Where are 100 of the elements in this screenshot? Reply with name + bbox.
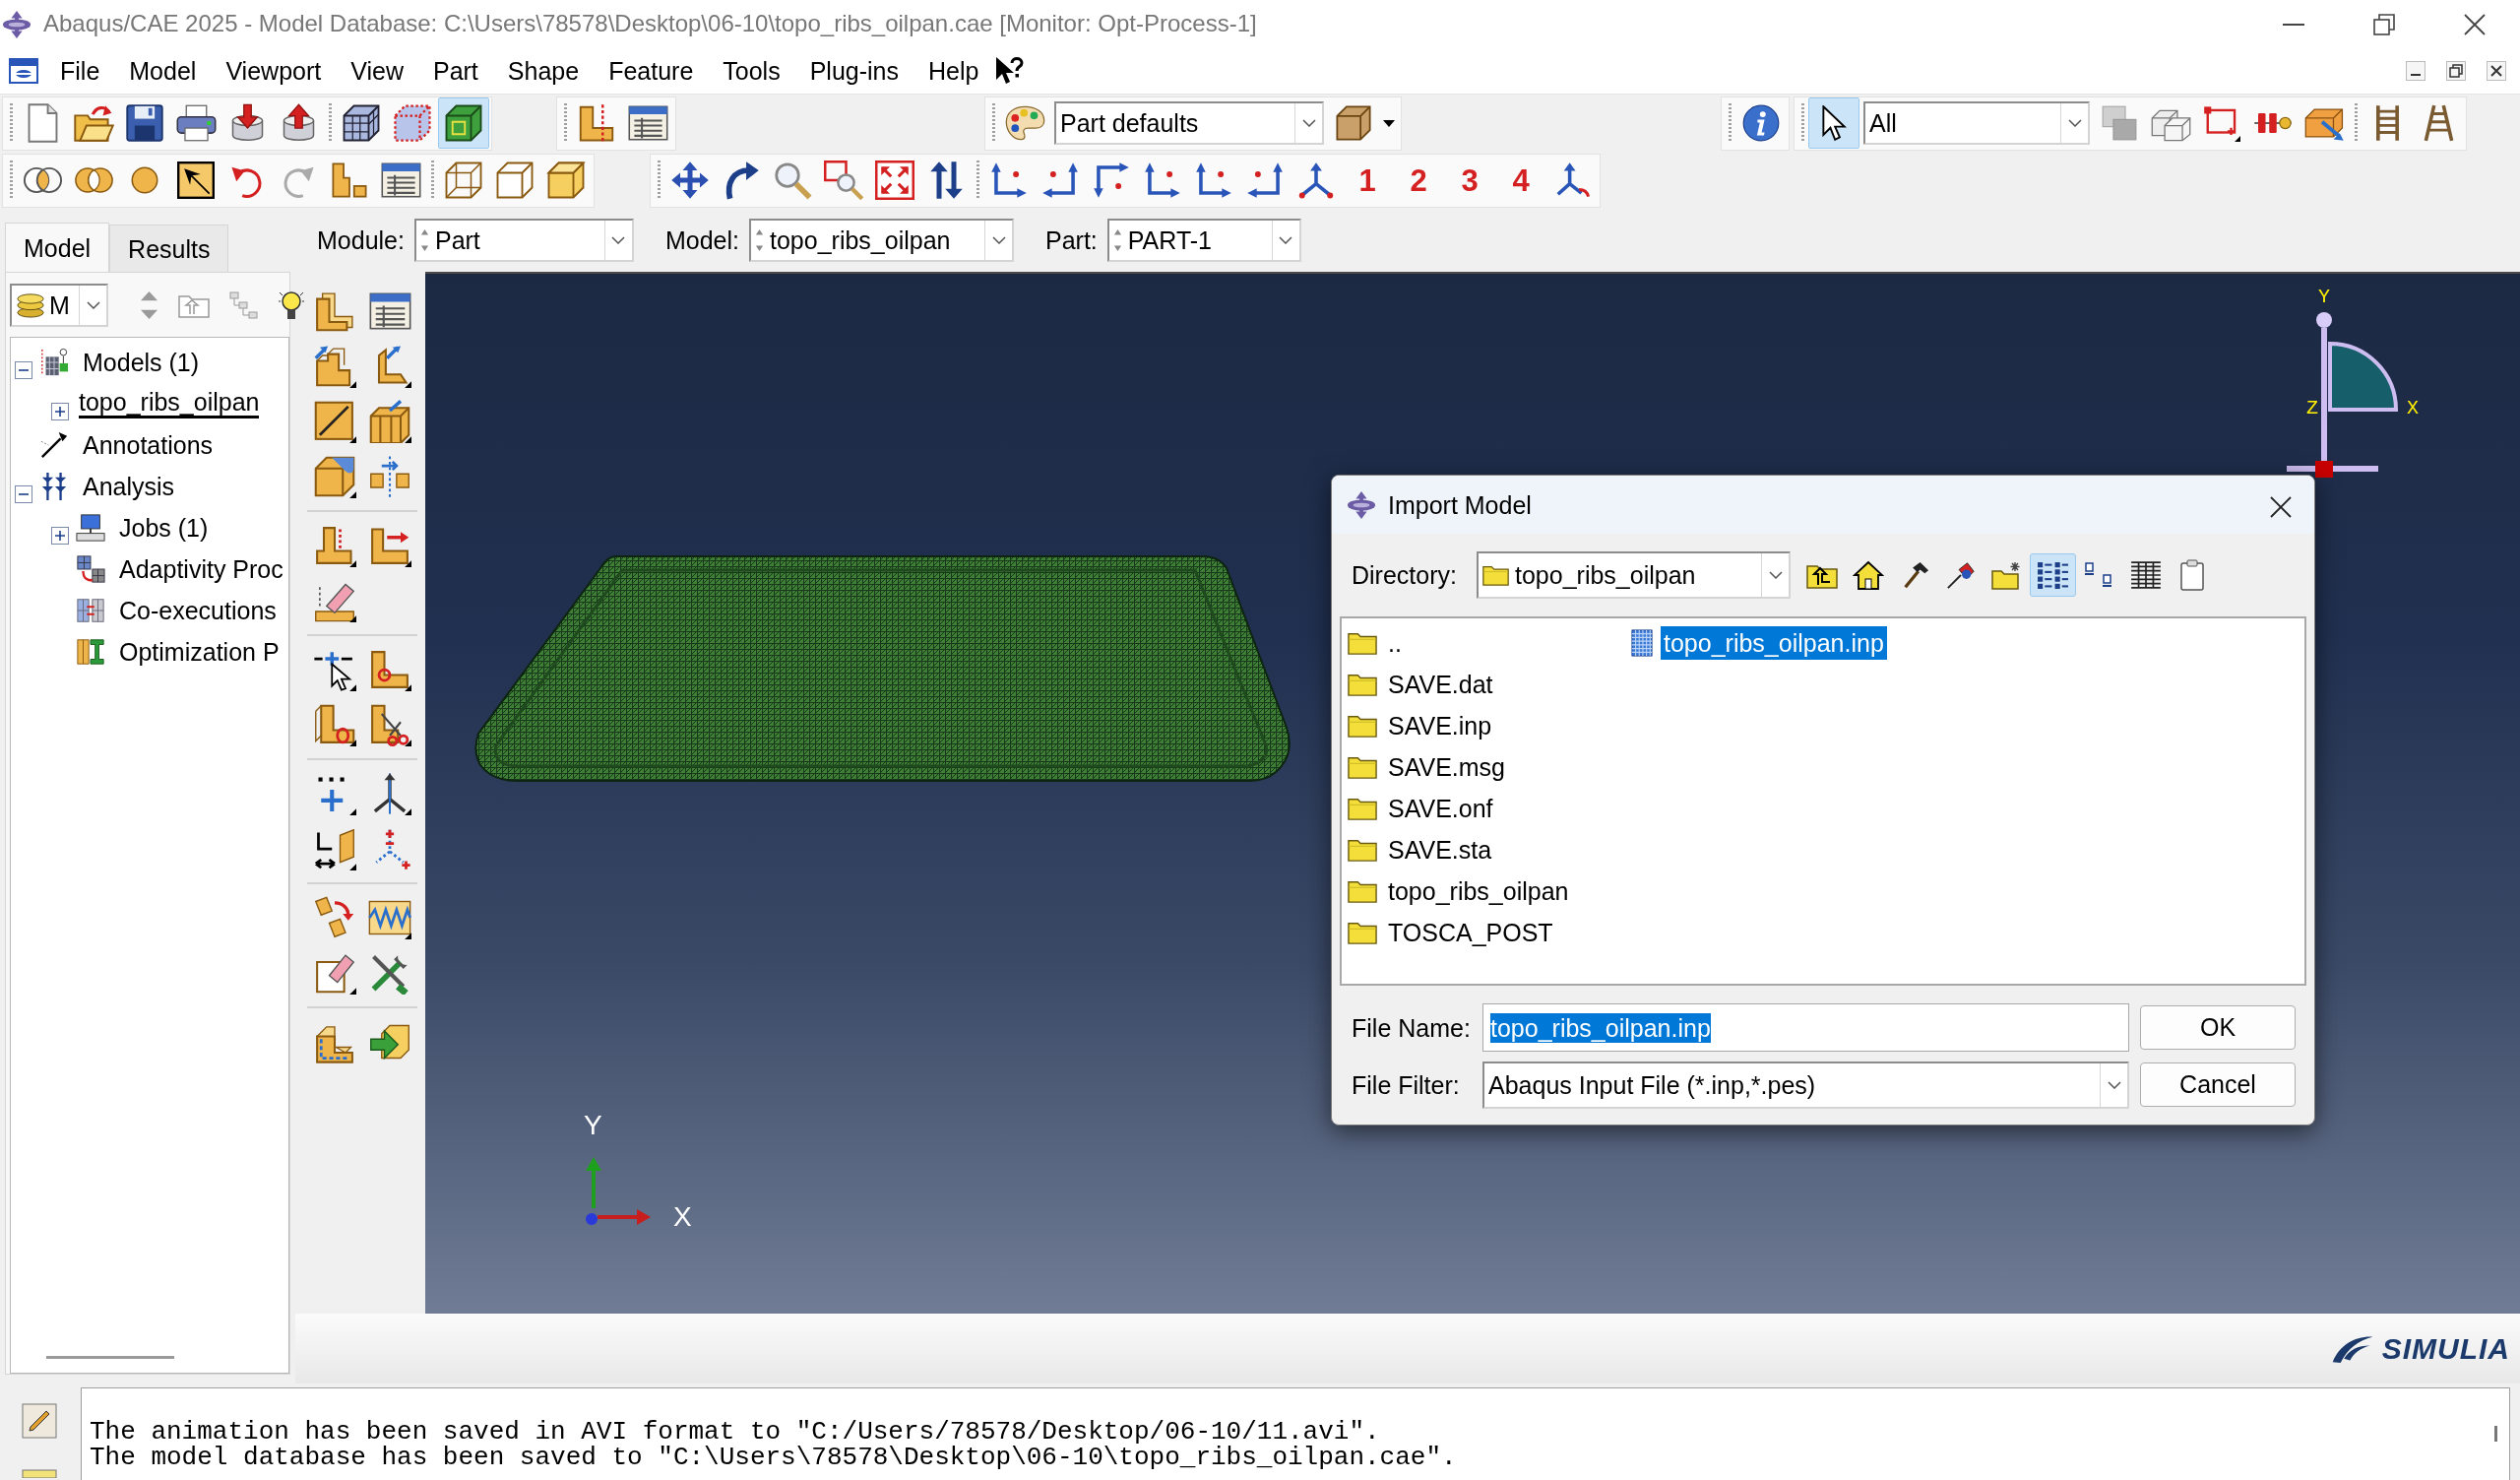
- file-list-item[interactable]: SAVE.dat: [1346, 664, 1629, 705]
- chevron-down-icon[interactable]: [86, 301, 100, 309]
- file-list-item[interactable]: topo_ribs_oilpan: [1346, 870, 1629, 912]
- new-file-icon[interactable]: [26, 103, 59, 143]
- chevron-down-icon[interactable]: [1301, 119, 1316, 127]
- view-mode-button[interactable]: [2030, 553, 2076, 597]
- light-bulb-icon[interactable]: [279, 290, 304, 321]
- handle-dot-icon[interactable]: [2316, 312, 2332, 328]
- clipboard-icon[interactable]: [2178, 559, 2205, 591]
- module-dropdown[interactable]: Part: [413, 219, 634, 262]
- axes-plane-icon[interactable]: [313, 827, 356, 870]
- axis-view-icon[interactable]: [990, 161, 1028, 199]
- axis-view-icon[interactable]: [1041, 161, 1079, 199]
- a-frame-ladder-icon[interactable]: [2423, 104, 2454, 142]
- file-list-item[interactable]: SAVE.sta: [1346, 829, 1629, 870]
- numbered-view-button[interactable]: 3: [1444, 155, 1495, 206]
- model-dropdown[interactable]: topo_ribs_oilpan: [749, 219, 1014, 262]
- table-window-icon[interactable]: [380, 162, 421, 198]
- block-ellipse-icon[interactable]: [313, 703, 356, 746]
- spinner-icon[interactable]: [755, 228, 764, 252]
- tree-item[interactable]: Jobs (1): [47, 507, 288, 548]
- file-list-item[interactable]: TOSCA_POST: [1346, 912, 1629, 953]
- menu-item[interactable]: Viewport: [211, 56, 337, 86]
- grip-handle-icon[interactable]: [976, 161, 979, 200]
- panel-tab[interactable]: Model: [5, 223, 110, 272]
- tree-item[interactable]: topo_ribs_oilpan: [47, 383, 288, 424]
- scrollbar-thumb[interactable]: [2494, 1426, 2497, 1442]
- extruded-step-icon[interactable]: [313, 345, 356, 388]
- fit-view-icon[interactable]: [875, 161, 914, 200]
- menu-item[interactable]: Model: [114, 56, 212, 86]
- plates-arrow-icon[interactable]: [313, 896, 356, 939]
- select-tool-button[interactable]: [1808, 97, 1859, 149]
- grip-handle-icon[interactable]: [2355, 103, 2358, 143]
- grip-handle-icon[interactable]: [431, 161, 434, 200]
- close-icon[interactable]: [2270, 495, 2292, 518]
- outline-cube-icon[interactable]: [495, 161, 535, 200]
- grip-handle-icon[interactable]: [1729, 103, 1732, 143]
- overlapping-circles-icon[interactable]: [73, 166, 114, 194]
- cancel-button[interactable]: Cancel: [2140, 1062, 2296, 1107]
- menu-item[interactable]: Shape: [492, 56, 595, 86]
- file-list-item[interactable]: SAVE.msg: [1346, 746, 1629, 788]
- minimize-icon[interactable]: [2283, 23, 2304, 26]
- diagonal-plate-icon[interactable]: [313, 400, 356, 443]
- menu-item[interactable]: Part: [417, 56, 493, 86]
- grip-handle-icon[interactable]: [10, 161, 13, 200]
- ok-button[interactable]: OK: [2140, 1005, 2296, 1050]
- grip-handle-icon[interactable]: [992, 103, 995, 143]
- open-folder-icon[interactable]: [73, 104, 114, 142]
- menu-item[interactable]: Help: [914, 56, 994, 86]
- magnifier-icon[interactable]: [773, 161, 812, 200]
- file-name-field[interactable]: topo_ribs_oilpan.inp: [1482, 1003, 2129, 1052]
- move-arrows-icon[interactable]: [670, 161, 710, 200]
- arrow-square-icon[interactable]: [177, 161, 215, 199]
- iso-view-icon[interactable]: [1297, 161, 1335, 199]
- chevron-down-icon[interactable]: [2107, 1080, 2121, 1089]
- grip-handle-icon[interactable]: [1801, 103, 1804, 143]
- close-icon[interactable]: [2464, 13, 2486, 35]
- menu-item[interactable]: Plug-ins: [794, 56, 914, 86]
- l-block-icon[interactable]: [313, 290, 356, 333]
- minus-box-icon[interactable]: [15, 485, 32, 504]
- chevron-down-icon[interactable]: [1279, 236, 1293, 244]
- up-down-arrows-icon[interactable]: [928, 161, 964, 200]
- channel-block-icon[interactable]: [368, 400, 411, 443]
- chevron-down-icon[interactable]: [1768, 571, 1783, 579]
- overlapping-circles-icon[interactable]: [22, 166, 63, 194]
- save-icon[interactable]: [126, 104, 163, 142]
- tree-filter-dropdown[interactable]: M: [10, 284, 108, 327]
- render-style-dropdown[interactable]: Part defaults: [1054, 101, 1324, 145]
- menu-item[interactable]: Tools: [708, 56, 795, 86]
- chevron-down-icon[interactable]: [2067, 119, 2082, 127]
- close-icon[interactable]: [2487, 61, 2506, 81]
- menu-item[interactable]: Feature: [594, 56, 709, 86]
- tree-item[interactable]: Models (1): [11, 342, 288, 383]
- square-handle-icon[interactable]: [2315, 461, 2333, 478]
- step-blocks-icon[interactable]: [331, 161, 368, 199]
- rounded-cube-icon[interactable]: [313, 455, 356, 498]
- minimize-icon[interactable]: [2406, 61, 2426, 81]
- new-folder-icon[interactable]: [1990, 560, 2023, 590]
- scrollbar-thumb[interactable]: [46, 1356, 174, 1359]
- dotted-rectangle-icon[interactable]: [2203, 104, 2240, 142]
- grip-handle-icon[interactable]: [329, 103, 332, 143]
- grip-handle-icon[interactable]: [10, 103, 13, 143]
- palette-icon[interactable]: [1004, 105, 1045, 141]
- tree-item[interactable]: Optimization P: [47, 631, 288, 673]
- notepad-icon[interactable]: [22, 1403, 57, 1439]
- plus-box-icon[interactable]: [51, 403, 69, 421]
- part-dropdown[interactable]: PART-1: [1106, 219, 1301, 262]
- axis-view-icon[interactable]: [1195, 161, 1232, 199]
- axis-view-icon[interactable]: [1246, 161, 1284, 199]
- grip-handle-icon[interactable]: [658, 161, 661, 200]
- file-filter-dropdown[interactable]: Abaqus Input File (*.inp,*.pes): [1482, 1061, 2129, 1109]
- numbered-view-button[interactable]: 1: [1342, 155, 1393, 206]
- box-zoom-icon[interactable]: [824, 161, 863, 200]
- directory-dropdown[interactable]: topo_ribs_oilpan: [1477, 551, 1791, 599]
- axis-view-icon[interactable]: [1144, 161, 1181, 199]
- numbered-view-button[interactable]: 2: [1393, 155, 1444, 206]
- home-icon[interactable]: [1852, 560, 1884, 590]
- minus-box-icon[interactable]: [15, 361, 32, 380]
- selection-filter-dropdown[interactable]: All: [1863, 101, 2090, 145]
- database-up-arrow-icon[interactable]: [281, 103, 316, 143]
